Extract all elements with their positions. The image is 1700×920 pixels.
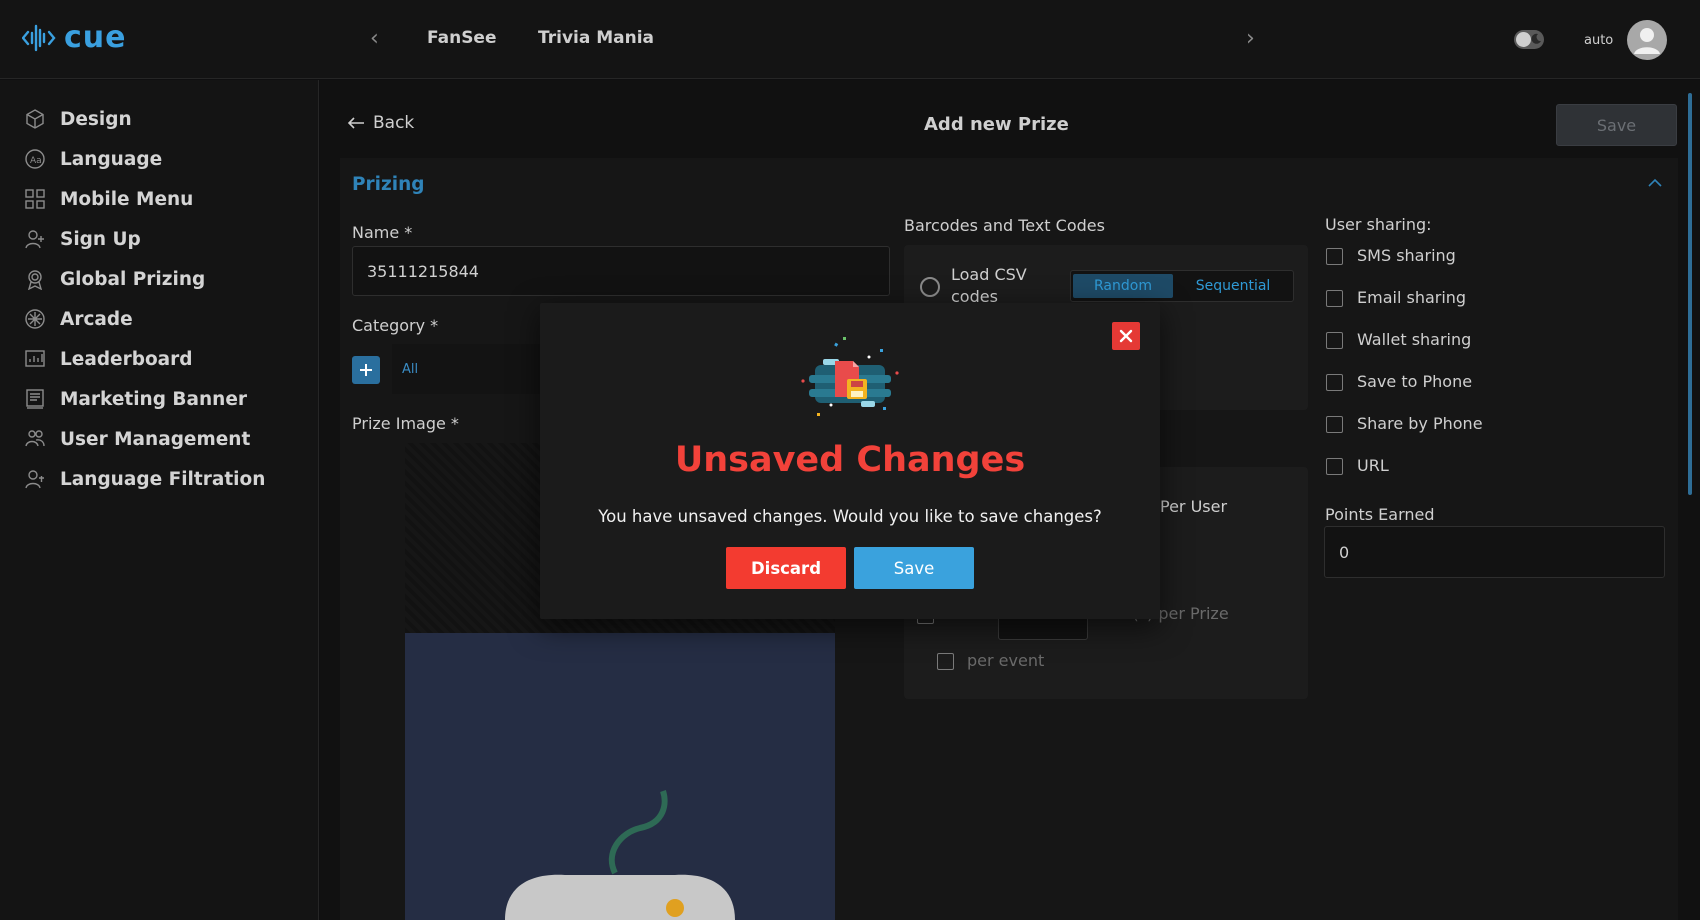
section-title: Prizing [352, 174, 425, 195]
sms-sharing-label: SMS sharing [1357, 246, 1456, 265]
chevron-left-icon[interactable]: ‹ [370, 26, 379, 51]
url-checkbox[interactable] [1326, 458, 1343, 475]
plus-icon [360, 364, 372, 376]
save-button[interactable]: Save [1556, 104, 1677, 146]
points-earned-label: Points Earned [1325, 505, 1435, 524]
sidebar-item-language-filtration[interactable]: Language Filtration [24, 464, 265, 494]
theme-mode-label: auto [1584, 33, 1614, 48]
language-icon: Aa [24, 148, 46, 170]
cue-logo-icon [22, 24, 56, 51]
gamepad-image-icon [505, 790, 735, 920]
sidebar-item-user-management[interactable]: User Management [24, 424, 250, 454]
toggle-knob [1516, 32, 1531, 47]
sidebar-item-label: Language [60, 148, 163, 170]
logo[interactable]: cue [22, 20, 127, 55]
modal-message: You have unsaved changes. Would you like… [598, 507, 1102, 526]
arcade-icon [24, 308, 46, 330]
back-label: Back [373, 113, 415, 133]
sidebar-item-label: Sign Up [60, 228, 141, 250]
sidebar-item-design[interactable]: Design [24, 104, 132, 134]
sidebar-item-label: Global Prizing [60, 268, 206, 290]
email-sharing-checkbox[interactable] [1326, 290, 1343, 307]
award-icon [24, 268, 46, 290]
user-add-icon [24, 228, 46, 250]
save-to-phone-checkbox[interactable] [1326, 374, 1343, 391]
discard-button[interactable]: Discard [726, 547, 846, 589]
prize-image-label: Prize Image * [352, 414, 459, 433]
banner-icon [24, 388, 46, 410]
sidebar-item-global-prizing[interactable]: Global Prizing [24, 264, 205, 294]
sidebar-item-arcade[interactable]: Arcade [24, 304, 133, 334]
sidebar-item-sign-up[interactable]: Sign Up [24, 224, 141, 254]
wallet-sharing-checkbox[interactable] [1326, 332, 1343, 349]
code-order-selector: Random Sequential [1070, 270, 1294, 302]
add-category-button[interactable] [352, 356, 380, 384]
load-csv-label: Load CSV codes [951, 265, 1027, 306]
scrollbar[interactable] [1688, 93, 1692, 495]
close-button[interactable] [1112, 322, 1140, 350]
sidebar-item-label: User Management [60, 428, 251, 450]
tab-fansee[interactable]: FanSee [427, 28, 497, 48]
modal-save-button[interactable]: Save [854, 547, 974, 589]
theme-toggle[interactable] [1514, 30, 1544, 49]
email-sharing-label: Email sharing [1357, 288, 1467, 307]
wallet-sharing-label: Wallet sharing [1357, 330, 1472, 349]
per-user-label: Per User [1160, 497, 1228, 516]
unsaved-document-icon [801, 337, 899, 416]
modal-title: Unsaved Changes [674, 440, 1026, 480]
user-filter-icon [24, 468, 46, 490]
chevron-right-icon[interactable]: › [1246, 26, 1255, 51]
name-field[interactable]: 35111215844 [352, 246, 890, 296]
svg-text:Aa: Aa [30, 156, 42, 166]
prize-image [405, 633, 835, 920]
sidebar-item-label: Design [60, 108, 132, 130]
sidebar-item-leaderboard[interactable]: Leaderboard [24, 344, 193, 374]
cube-icon [24, 108, 46, 130]
logo-text: cue [64, 20, 127, 55]
sidebar-item-marketing-banner[interactable]: Marketing Banner [24, 384, 247, 414]
sidebar-item-label: Marketing Banner [60, 388, 248, 410]
tab-trivia-mania[interactable]: Trivia Mania [538, 28, 654, 48]
per-event-checkbox[interactable] [937, 653, 954, 670]
mode-sequential-option[interactable]: Sequential [1177, 274, 1289, 298]
user-sharing-label: User sharing: [1325, 215, 1432, 234]
grid-icon [24, 188, 46, 210]
name-label: Name * [352, 223, 413, 242]
sidebar-item-language[interactable]: Aa Language [24, 144, 162, 174]
chevron-up-icon[interactable] [1648, 178, 1662, 188]
mode-random-option[interactable]: Random [1073, 274, 1173, 298]
sms-sharing-checkbox[interactable] [1326, 248, 1343, 265]
avatar[interactable] [1627, 20, 1667, 60]
sidebar-item-label: Arcade [60, 308, 133, 330]
moon-icon [1531, 33, 1541, 44]
save-to-phone-label: Save to Phone [1357, 372, 1473, 391]
user-avatar-icon [1634, 28, 1660, 54]
sidebar-item-label: Mobile Menu [60, 188, 194, 210]
top-header: cue ‹ FanSee Trivia Mania › auto [0, 0, 1700, 79]
barcodes-label: Barcodes and Text Codes [904, 216, 1105, 235]
arrow-left-icon [347, 117, 364, 129]
sidebar-item-mobile-menu[interactable]: Mobile Menu [24, 184, 193, 214]
share-by-phone-checkbox[interactable] [1326, 416, 1343, 433]
url-label: URL [1357, 456, 1389, 475]
category-value: All [402, 362, 419, 377]
close-icon [1119, 329, 1133, 343]
load-csv-radio[interactable] [920, 277, 940, 297]
page-title: Add new Prize [924, 114, 1069, 135]
sidebar-item-label: Leaderboard [60, 348, 193, 370]
chart-icon [24, 348, 46, 370]
back-button[interactable]: Back [347, 113, 414, 133]
per-event-label: per event [967, 651, 1045, 670]
category-label: Category * [352, 316, 439, 335]
sidebar-item-label: Language Filtration [60, 468, 266, 490]
points-earned-field[interactable]: 0 [1324, 526, 1665, 578]
users-icon [24, 428, 46, 450]
share-by-phone-label: Share by Phone [1357, 414, 1483, 433]
